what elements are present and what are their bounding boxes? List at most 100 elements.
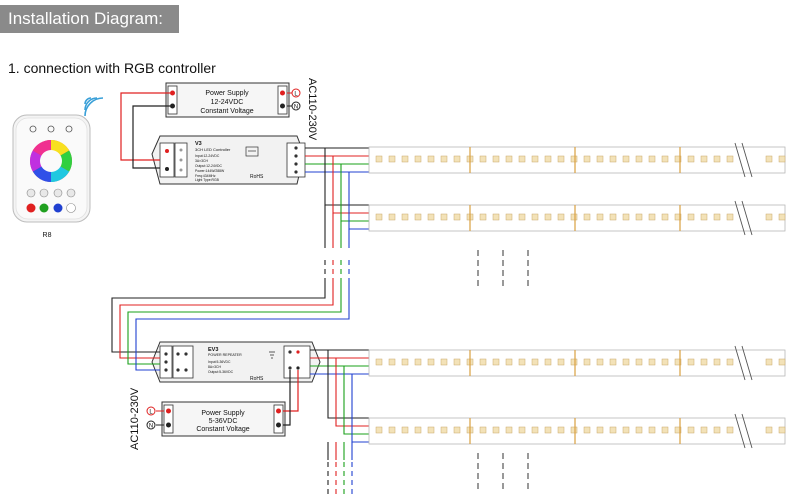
led-chip xyxy=(544,358,552,366)
amplifier-spec2: 8A×3CH xyxy=(208,365,221,369)
controller-rohs: RoHS xyxy=(250,174,264,180)
led-chip xyxy=(479,426,487,434)
ps-top-n-label: N xyxy=(294,105,298,111)
ps-top-line1: Power Supply xyxy=(205,90,249,97)
led-chip xyxy=(726,155,734,163)
led-chip xyxy=(453,213,461,221)
led-chip xyxy=(544,213,552,221)
led-chip xyxy=(440,155,448,163)
led-chip xyxy=(661,155,669,163)
ps-top-v-plus-terminal xyxy=(170,90,175,96)
ps-bottom-line3: Constant Voltage xyxy=(196,426,249,433)
led-chip xyxy=(622,155,630,163)
led-chip xyxy=(622,213,630,221)
led-chip xyxy=(414,358,422,366)
led-chip xyxy=(609,155,617,163)
led-chip xyxy=(648,358,656,366)
led-chip xyxy=(583,426,591,434)
led-chip xyxy=(687,358,695,366)
led-chip xyxy=(661,213,669,221)
led-chip xyxy=(635,358,643,366)
wire-amplifier-to-strip-4 xyxy=(327,350,369,495)
led-chip xyxy=(388,155,396,163)
led-chip xyxy=(726,358,734,366)
led-strips xyxy=(368,142,786,449)
ps-top-v-minus-terminal xyxy=(170,103,175,109)
amplifier-rohs: RoHS xyxy=(250,376,264,382)
controller-spec2: 3A×3CH xyxy=(195,159,208,163)
led-chip xyxy=(765,358,773,366)
led-chip xyxy=(765,213,773,221)
led-chip xyxy=(518,426,526,434)
led-chip xyxy=(635,213,643,221)
led-chip xyxy=(713,213,721,221)
led-chip xyxy=(544,426,552,434)
led-chip xyxy=(388,213,396,221)
amplifier-spec3: Output:5-36VDC xyxy=(208,370,234,374)
led-chip xyxy=(518,155,526,163)
led-chip xyxy=(596,155,604,163)
led-chip xyxy=(440,426,448,434)
controller-spec6: Light Type:RGB xyxy=(195,178,220,182)
led-chip xyxy=(765,155,773,163)
led-chip xyxy=(505,426,513,434)
ps-top-l-terminal xyxy=(280,90,285,96)
led-chip xyxy=(778,426,786,434)
led-chip xyxy=(544,155,552,163)
led-chip xyxy=(375,358,383,366)
led-chip xyxy=(479,213,487,221)
led-chip xyxy=(570,213,578,221)
led-chip xyxy=(557,213,565,221)
wifi-signal-icon xyxy=(84,97,104,117)
wire-controller-to-strip-1 xyxy=(305,147,369,173)
controller-spec4: Power:144W/288W xyxy=(195,169,225,173)
led-chip xyxy=(427,426,435,434)
led-chip xyxy=(635,155,643,163)
controller-title: 3CH LED Controller xyxy=(195,147,231,152)
led-chip xyxy=(583,358,591,366)
controller-v3 xyxy=(151,135,306,185)
led-strip xyxy=(368,345,786,381)
led-chip xyxy=(596,213,604,221)
led-chip xyxy=(531,155,539,163)
ps-top-line3: Constant Voltage xyxy=(200,108,253,115)
led-chip xyxy=(648,155,656,163)
led-strip xyxy=(368,142,786,178)
ps-top-n-terminal xyxy=(280,103,285,109)
amplifier-ev3 xyxy=(151,341,321,383)
led-chip xyxy=(778,358,786,366)
led-chip xyxy=(661,358,669,366)
led-chip xyxy=(557,426,565,434)
remote-control xyxy=(12,114,91,223)
led-strip xyxy=(368,413,786,449)
led-chip xyxy=(622,426,630,434)
led-chip xyxy=(778,155,786,163)
ps-bottom-ac-label: AC110-230V xyxy=(129,387,141,450)
remote-label: R8 xyxy=(43,232,52,239)
led-chip xyxy=(427,213,435,221)
led-chip xyxy=(583,213,591,221)
led-chip xyxy=(687,213,695,221)
led-chip xyxy=(557,155,565,163)
led-chip xyxy=(414,426,422,434)
amplifier-title: POWER REPEATER xyxy=(208,353,242,357)
led-chip xyxy=(570,426,578,434)
amplifier-spec1: Input:5-36VDC xyxy=(208,360,231,364)
led-chip xyxy=(518,358,526,366)
led-chip xyxy=(505,358,513,366)
led-chip xyxy=(479,155,487,163)
led-chip xyxy=(700,213,708,221)
led-chip xyxy=(518,213,526,221)
led-chip xyxy=(401,426,409,434)
led-chip xyxy=(531,358,539,366)
led-chip xyxy=(505,155,513,163)
led-chip xyxy=(375,213,383,221)
led-chip xyxy=(700,155,708,163)
wiring-diagram: R8 Power Supply 12-24VDC Constant Voltag… xyxy=(12,78,786,495)
led-chip xyxy=(570,155,578,163)
led-chip xyxy=(492,358,500,366)
led-chip xyxy=(453,155,461,163)
led-chip xyxy=(765,426,773,434)
led-chip xyxy=(492,426,500,434)
ps-bottom-n-label: N xyxy=(149,424,153,430)
